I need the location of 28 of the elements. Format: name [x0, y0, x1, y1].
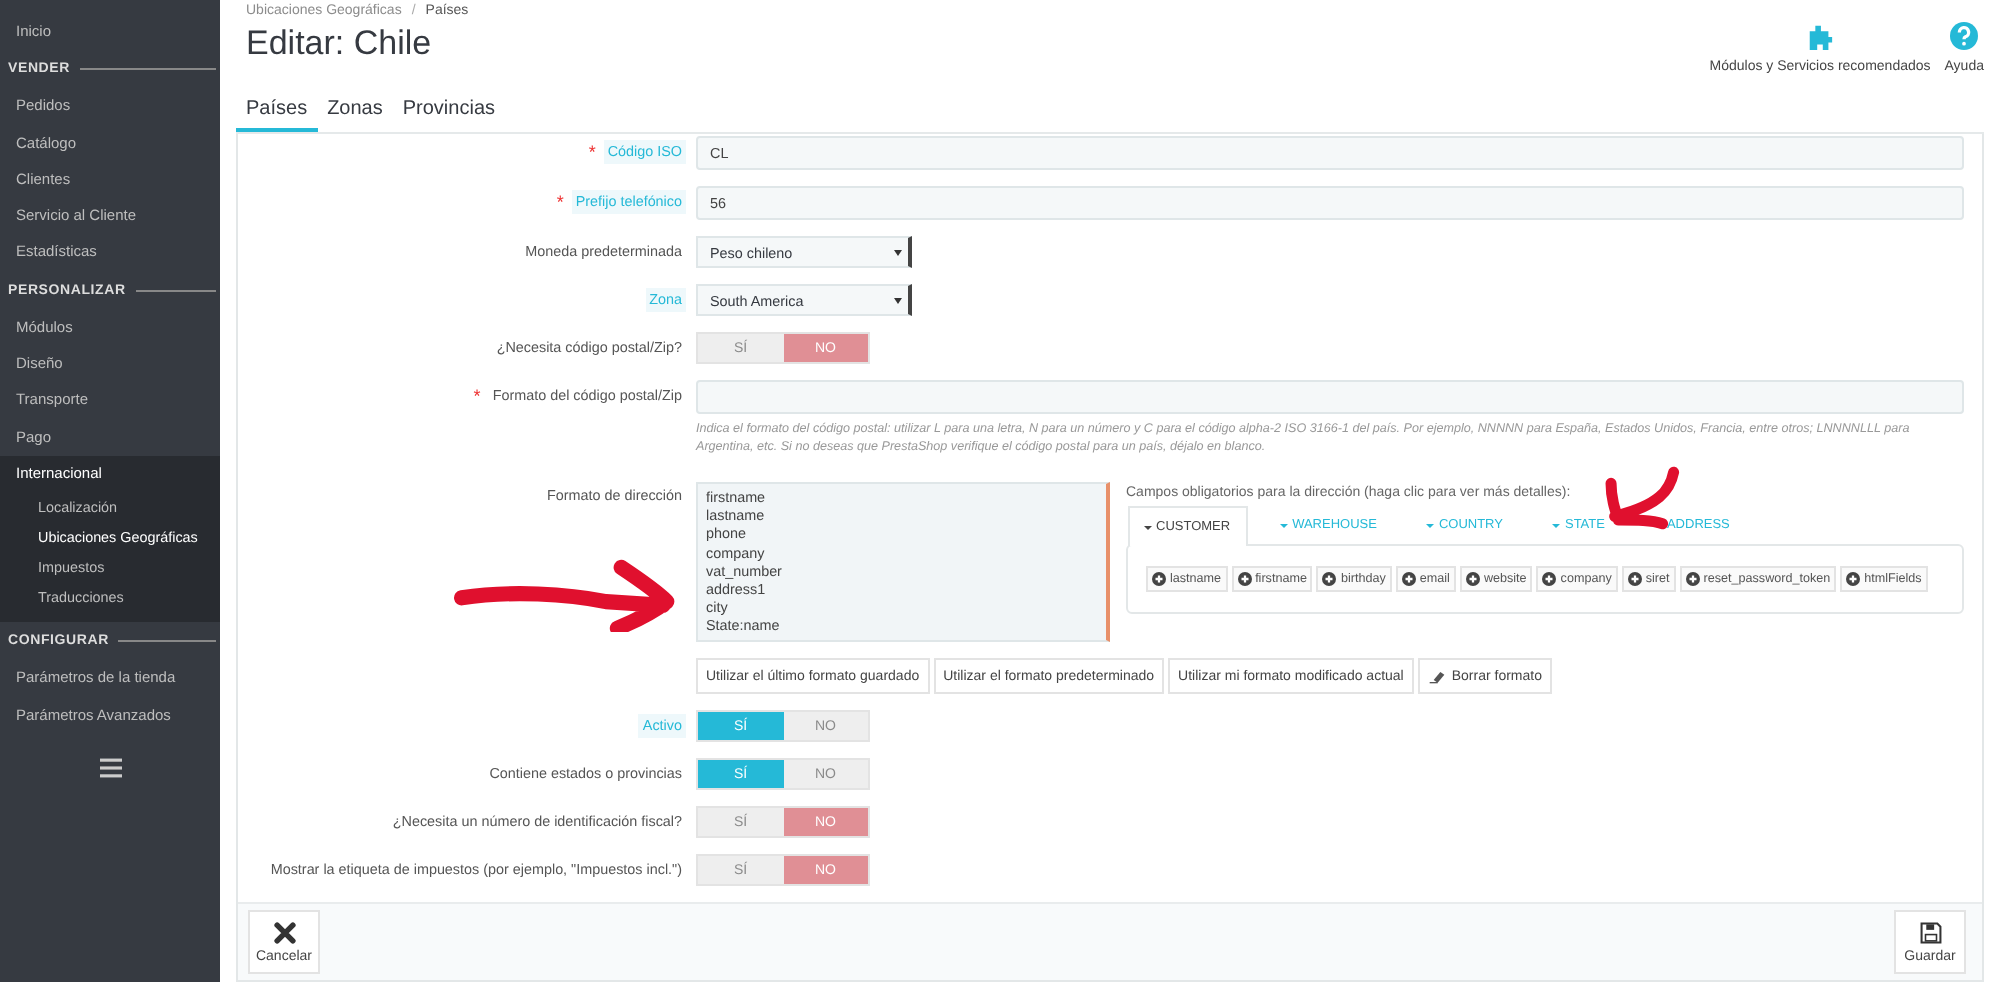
caret-icon [894, 249, 902, 255]
eraser-icon [1427, 668, 1446, 684]
plus-icon [1846, 572, 1861, 586]
menu-icon[interactable] [99, 757, 121, 778]
close-icon [273, 921, 295, 943]
page-title: Editar: Chile [246, 24, 434, 64]
tab[interactable]: Zonas [317, 98, 393, 132]
plus-icon [1627, 572, 1642, 586]
plus-icon [1465, 572, 1480, 586]
caret-icon [1280, 523, 1289, 527]
required-mark: * [556, 190, 564, 216]
caret-icon [1552, 523, 1561, 527]
plus-icon [1152, 572, 1166, 586]
caret-icon [1426, 523, 1435, 527]
plus-icon [1401, 572, 1416, 586]
input-field[interactable] [696, 380, 1964, 414]
plus-icon [1542, 572, 1557, 586]
required-mark: * [588, 140, 596, 166]
plus-icon [1685, 572, 1700, 586]
required-mark: * [473, 384, 481, 410]
puzzle-icon [1806, 22, 1835, 50]
caret-icon [894, 297, 902, 303]
save-icon [1919, 921, 1941, 943]
help-icon [1950, 22, 1979, 50]
caret-icon [1144, 525, 1152, 529]
tab[interactable]: Provincias [392, 98, 506, 132]
plus-icon [1237, 572, 1252, 586]
plus-icon [1322, 572, 1337, 586]
